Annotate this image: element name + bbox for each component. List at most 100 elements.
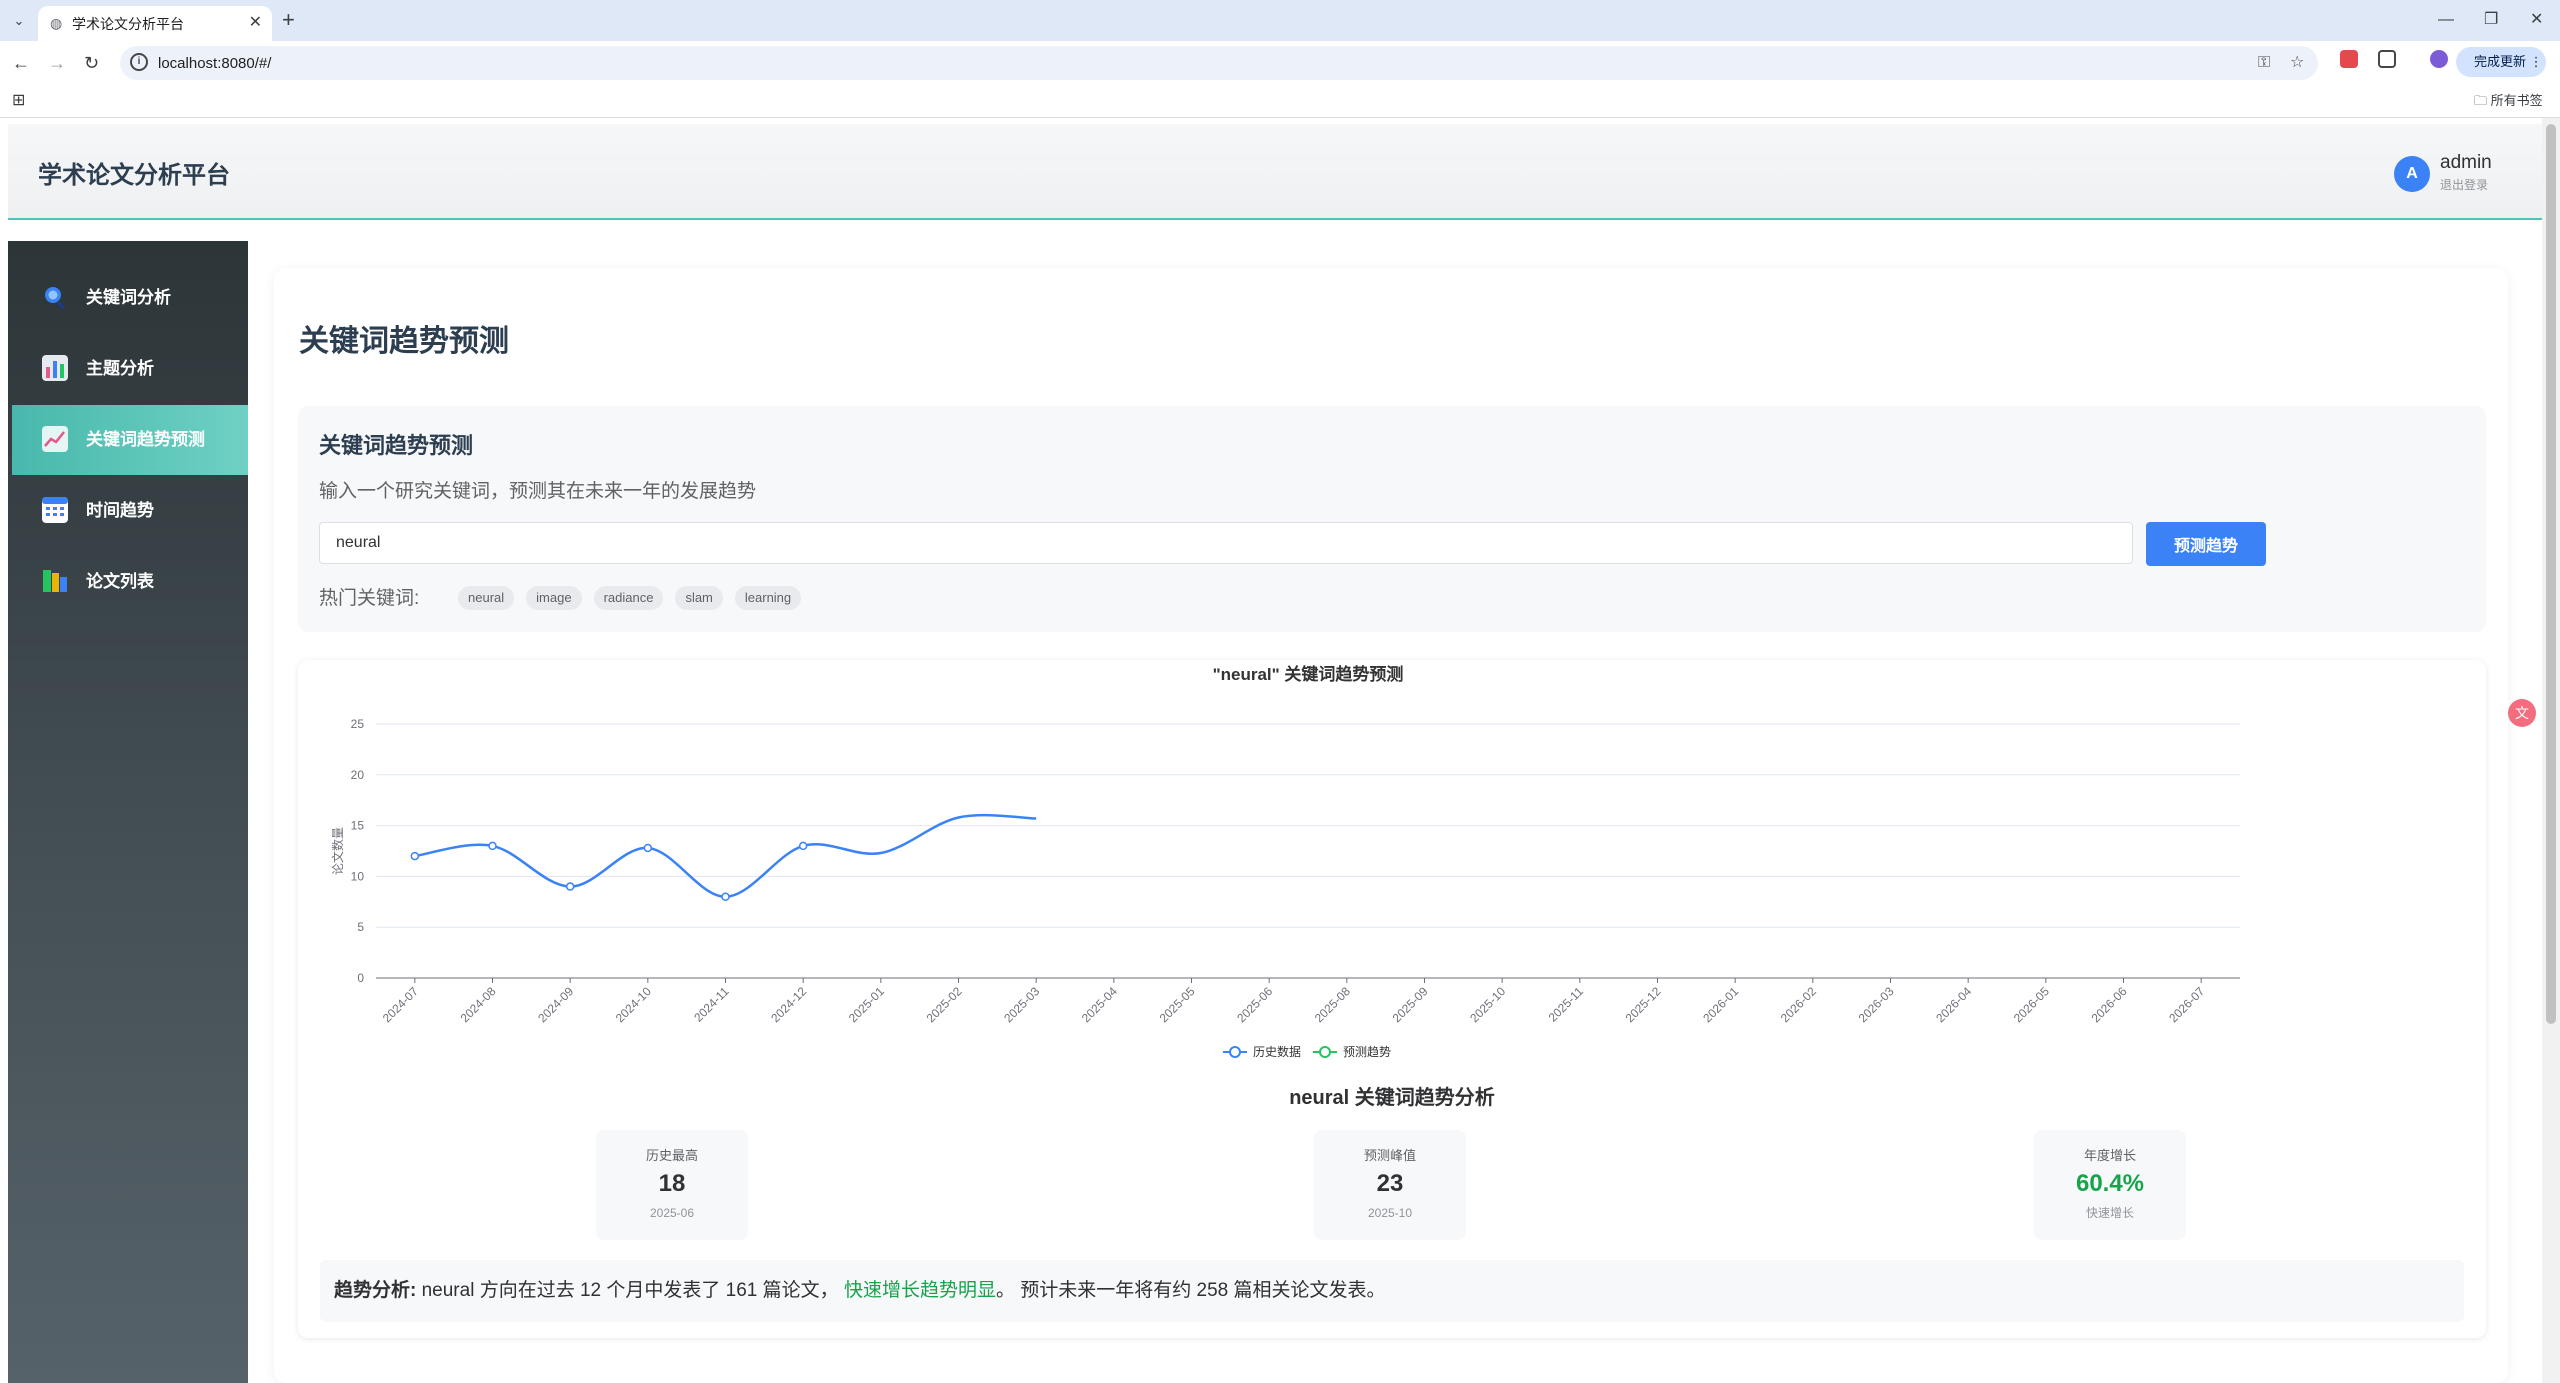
close-window-icon[interactable]: ✕ [2530,8,2543,32]
x-tick-label: 2025-10 [1467,984,1508,1025]
x-tick-label: 2025-05 [1157,984,1198,1025]
browser-tabstrip: ⌄ ◍ 学术论文分析平台 ✕ + — ❐ ✕ [0,0,2560,41]
legend-marker [1319,1046,1331,1058]
stat-label: 预测峰值 [1363,1148,1416,1163]
app-title: 学术论文分析平台 [38,162,230,189]
search-icon [45,287,65,309]
y-tick-label: 25 [351,717,365,731]
sidebar-item-topic-analysis[interactable]: 主题分析 [12,334,248,404]
forward-icon[interactable]: → [48,51,66,75]
x-tick-label: 2026-03 [1856,984,1897,1025]
y-tick-label: 10 [351,869,365,883]
site-info-icon[interactable]: i [130,53,148,71]
x-tick-label: 2026-02 [1778,984,1819,1025]
hot-keyword-tag[interactable]: image [526,586,582,610]
books-icon [43,570,67,592]
all-bookmarks[interactable]: 🗀 所有书签 [2474,93,2543,109]
hot-keyword-tag[interactable]: slam [675,586,723,610]
stat-sub: 2025-06 [649,1206,695,1220]
tab-search-chevron-icon[interactable]: ⌄ [8,10,30,32]
stat-annual-growth: 年度增长 60.4% 快速增长 [2034,1130,2186,1240]
profile-icon[interactable] [2430,50,2448,68]
close-tab-icon[interactable]: ✕ [249,13,262,33]
star-icon[interactable]: ☆ [2290,53,2304,73]
x-tick-label: 2025-12 [1623,984,1664,1025]
address-bar[interactable]: i localhost:8080/#/ ⚿ ☆ [120,46,2318,80]
x-tick-label: 2026-05 [2011,984,2052,1025]
data-point [643,843,653,853]
restore-icon[interactable]: ❐ [2484,8,2498,32]
x-tick-label: 2025-01 [846,984,887,1025]
data-point [798,841,808,851]
y-tick-label: 20 [351,768,365,782]
x-tick-label: 2026-04 [1933,984,1974,1025]
data-point [565,882,575,891]
trend-chart-icon [42,426,68,452]
hot-keyword-tag[interactable]: learning [734,586,802,610]
translate-icon[interactable]: 文 [2508,699,2536,727]
stat-value: 23 [1376,1170,1404,1197]
sidebar-item-label: 关键词分析 [86,288,171,307]
hot-keyword-tag[interactable]: neural [458,586,515,610]
data-point [721,892,730,901]
x-tick-label: 2024-08 [458,984,499,1025]
x-tick-label: 2025-03 [1001,984,1042,1025]
calendar-icon [42,497,68,523]
x-tick-label: 2026-07 [2166,984,2207,1025]
sidebar-item-label: 主题分析 [86,359,154,378]
legend-label: 预测趋势 [1343,1045,1391,1059]
stat-label: 年度增长 [2083,1148,2136,1163]
x-tick-label: 2025-08 [1312,984,1353,1025]
new-tab-icon[interactable]: + [282,8,295,32]
all-bookmarks-label: 所有书签 [2490,93,2543,108]
x-tick-label: 2024-07 [380,984,421,1025]
sidebar-item-keyword-analysis[interactable]: 关键词分析 [12,263,248,333]
summary-label: 趋势分析: [334,1280,417,1301]
stat-value: 18 [658,1170,686,1197]
avatar[interactable]: A [2394,156,2430,192]
stat-predicted-peak: 预测峰值 23 2025-10 [1314,1130,1466,1240]
x-tick-label: 2025-04 [1079,984,1120,1025]
apps-grid-icon[interactable]: ⊞ [12,93,25,109]
update-button[interactable]: 完成更新 ⋮ [2456,47,2546,77]
summary-text: neural 方向在过去 12 个月中发表了 161 篇论文， [421,1280,839,1301]
form-description: 输入一个研究关键词，预测其在未来一年的发展趋势 [319,481,757,502]
y-tick-label: 5 [357,920,364,934]
extension-icon[interactable] [2340,50,2358,68]
x-tick-label: 2025-06 [1234,984,1275,1025]
url-text: localhost:8080/#/ [158,55,272,72]
page-title: 关键词趋势预测 [299,325,509,358]
main-content: 关键词趋势预测 关键词趋势预测 输入一个研究关键词，预测其在未来一年的发展趋势 … [274,268,2508,1383]
trend-summary: 趋势分析: neural 方向在过去 12 个月中发表了 161 篇论文， 快速… [320,1260,2464,1322]
trend-chart: "neural" 关键词趋势预测 0 5 10 15 20 25 论文数量 2024-07 202… [330,664,2240,1059]
sidebar-item-paper-list[interactable]: 论文列表 [12,547,248,617]
data-point [488,841,497,851]
summary-highlight: 快速增长趋势明显 [843,1280,996,1301]
keyword-input[interactable] [319,522,2133,564]
sidebar-item-keyword-trend-prediction[interactable]: 关键词趋势预测 [12,405,248,475]
stat-sub: 快速增长 [2085,1206,2134,1220]
username: admin [2440,152,2492,173]
stat-value: 60.4% [2075,1170,2145,1197]
logout-link[interactable]: 退出登录 [2440,178,2488,192]
puzzle-icon[interactable] [2378,50,2396,68]
browser-tab[interactable]: ◍ 学术论文分析平台 ✕ [38,6,272,41]
x-tick-label: 2025-11 [1546,984,1587,1025]
reload-icon[interactable]: ↻ [84,51,99,75]
scrollbar-thumb[interactable] [2546,124,2556,1024]
sidebar-item-time-trend[interactable]: 时间趋势 [12,476,248,546]
back-icon[interactable]: ← [12,51,30,75]
data-point [410,851,420,861]
predict-trend-button[interactable]: 预测趋势 [2146,522,2266,566]
trend-chart-card: "neural" 关键词趋势预测 0 5 10 15 20 25 论文数量 2024-07 202… [298,660,2486,1338]
hot-keyword-tag[interactable]: radiance [593,586,664,610]
globe-icon: ◍ [50,15,63,31]
y-tick-label: 15 [351,819,365,833]
app-header: 学术论文分析平台 A admin 退出登录 [8,124,2542,220]
form-heading: 关键词趋势预测 [319,433,474,458]
minimize-icon[interactable]: — [2438,8,2454,32]
x-tick-label: 2024-10 [613,984,654,1025]
x-tick-label: 2024-09 [535,984,576,1025]
key-icon[interactable]: ⚿ [2258,53,2270,73]
x-tick-label: 2025-09 [1390,984,1431,1025]
